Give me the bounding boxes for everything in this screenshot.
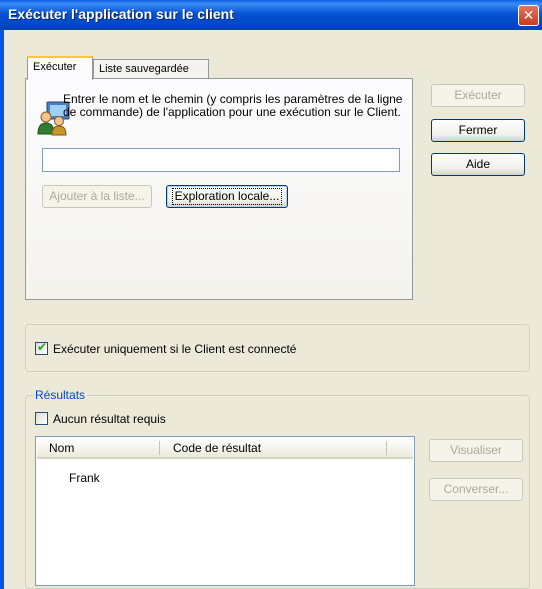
close-button-label: Fermer (458, 123, 498, 137)
title-bar[interactable]: Exécuter l'application sur le client ✕ (0, 0, 542, 30)
help-button-label: Aide (465, 157, 491, 171)
close-window-button[interactable]: ✕ (518, 5, 539, 26)
browse-local-button[interactable]: Exploration locale... (166, 185, 288, 208)
tab-executer[interactable]: Exécuter (27, 56, 93, 80)
run-if-connected-label: Exécuter uniquement si le Client est con… (53, 342, 297, 356)
close-icon: ✕ (522, 7, 535, 23)
table-row[interactable]: Frank (37, 471, 413, 487)
results-list-header: Nom Code de résultat (37, 438, 413, 459)
run-button[interactable]: Exécuter (431, 84, 525, 107)
close-button[interactable]: Fermer (431, 119, 525, 142)
column-header-nom[interactable]: Nom (49, 441, 74, 455)
instruction-text: Entrer le nom et le chemin (y compris le… (63, 92, 403, 119)
tab-executer-label: Exécuter (33, 61, 77, 73)
no-result-required-label: Aucun résultat requis (53, 412, 166, 426)
run-button-label: Exécuter (454, 88, 502, 102)
window-title: Exécuter l'application sur le client (8, 6, 234, 22)
tab-liste-sauvegardee-label: Liste sauvegardée (99, 63, 189, 75)
run-if-connected-checkbox[interactable]: ✔ (35, 340, 48, 355)
window-frame-left (0, 30, 4, 589)
column-separator[interactable] (159, 441, 160, 455)
column-separator[interactable] (386, 441, 387, 455)
checkmark-icon: ✔ (37, 340, 48, 354)
browse-local-label: Exploration locale... (171, 188, 283, 205)
add-to-list-label: Ajouter à la liste... (49, 189, 145, 203)
results-group-label: Résultats (33, 388, 88, 402)
add-to-list-button[interactable]: Ajouter à la liste... (42, 185, 152, 208)
converse-button-label: Converser... (443, 482, 509, 496)
help-button[interactable]: Aide (431, 153, 525, 176)
no-result-required-checkbox[interactable] (35, 412, 48, 425)
converse-button[interactable]: Converser... (429, 478, 523, 501)
column-header-code[interactable]: Code de résultat (173, 441, 261, 455)
command-input[interactable] (42, 148, 400, 172)
dialog-window: Exécuter l'application sur le client ✕ E… (0, 0, 542, 589)
row-name: Frank (69, 471, 100, 485)
view-button-label: Visualiser (450, 443, 502, 457)
results-list[interactable]: Nom Code de résultat Frank (35, 436, 415, 586)
view-button[interactable]: Visualiser (429, 439, 523, 462)
